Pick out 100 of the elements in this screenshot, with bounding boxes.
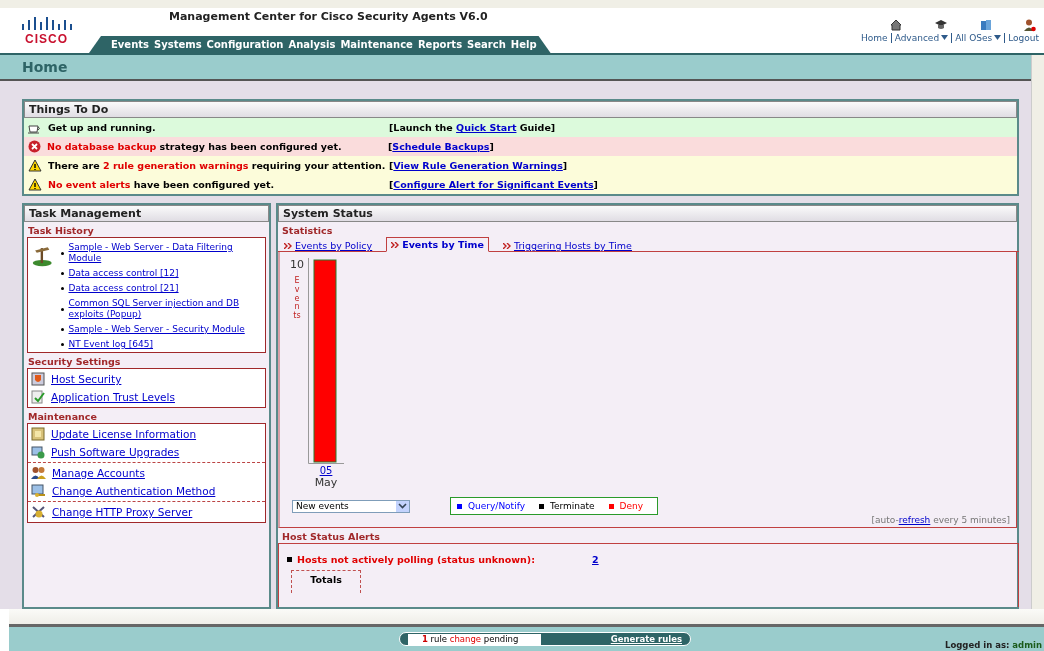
- axis-label: Events: [293, 277, 301, 321]
- bracket-text: [: [389, 179, 394, 190]
- bullet-icon: [60, 307, 64, 311]
- header-link[interactable]: Logout: [1004, 32, 1042, 43]
- events-dropdown[interactable]: New events: [292, 499, 410, 513]
- refresh-text: every 5 minutes]: [932, 515, 1010, 525]
- warning-icon: [28, 159, 42, 172]
- bullet-icon: [287, 557, 292, 562]
- document-icon: [31, 427, 45, 441]
- bracket-text: ]: [562, 160, 568, 171]
- shield-icon: [31, 372, 45, 386]
- bracket-text: ]: [593, 179, 598, 190]
- app-title: Management Center for Cisco Security Agents V6.0: [168, 9, 489, 23]
- settings-link[interactable]: Application Trust Levels: [51, 391, 175, 403]
- settings-link[interactable]: Update License Information: [51, 428, 197, 440]
- bracket-text: [: [388, 141, 393, 152]
- bracket-text: [Launch the: [389, 122, 454, 133]
- users-icon: [31, 466, 46, 480]
- graduation-cap-icon[interactable]: [934, 18, 948, 31]
- history-link[interactable]: Sample - Web Server - Security Module: [68, 324, 245, 335]
- chart-tab[interactable]: Triggering Hosts by Time: [502, 240, 646, 251]
- pending-status: 1 rule change pending: [408, 633, 541, 645]
- menu-item[interactable]: Search: [467, 39, 506, 50]
- legend-label: Terminate: [550, 501, 595, 511]
- error-icon: [28, 140, 41, 153]
- logo-text: CISCO: [25, 31, 68, 46]
- history-link[interactable]: Data access control [21]: [68, 283, 179, 294]
- action-link[interactable]: Schedule Backups: [392, 141, 490, 152]
- refresh-text: [auto-: [871, 515, 899, 525]
- dropdown-arrow-icon: [941, 35, 949, 40]
- network-icon: [31, 505, 46, 519]
- section-title: Maintenance: [27, 410, 98, 423]
- date-link[interactable]: 05: [319, 465, 333, 476]
- bullet-icon: [60, 343, 64, 346]
- refresh-link[interactable]: refresh: [898, 515, 931, 525]
- panel-title: System Status: [278, 205, 1017, 222]
- panel-title: Task Management: [24, 205, 269, 222]
- dropdown-arrow-icon: [994, 35, 1002, 40]
- alert-label: Hosts not actively polling (status unknown):: [297, 554, 536, 565]
- bracket-text: ]: [489, 141, 494, 152]
- todo-message: No event alerts have been configured yet.: [48, 179, 276, 190]
- settings-link[interactable]: Host Security: [51, 373, 122, 385]
- menu-item[interactable]: Help: [510, 39, 537, 50]
- todo-message: Get up and running.: [48, 122, 157, 133]
- chevron-down-icon: [398, 503, 407, 509]
- header-link[interactable]: Advanced: [890, 32, 952, 43]
- double-chevron-icon: [502, 242, 511, 249]
- bullet-icon: [60, 328, 64, 331]
- header-link[interactable]: Home: [858, 32, 891, 43]
- todo-message: There are 2 rule generation warnings requiring your attention.: [48, 160, 383, 171]
- totals-title: Totals: [310, 574, 342, 585]
- header-link[interactable]: All OSes: [951, 32, 1005, 43]
- double-chevron-icon: [391, 241, 400, 248]
- bullet-icon: [60, 251, 64, 255]
- settings-link[interactable]: Change Authentication Method: [52, 485, 216, 497]
- menu-item[interactable]: Systems: [154, 39, 202, 50]
- history-link[interactable]: NT Event log [645]: [68, 339, 153, 350]
- bracket-text: [: [389, 160, 394, 171]
- settings-link[interactable]: Change HTTP Proxy Server: [52, 506, 193, 518]
- alert-count-link[interactable]: 2: [592, 554, 599, 565]
- page-title: Home: [22, 59, 68, 75]
- menu-item[interactable]: Reports: [417, 39, 463, 50]
- history-link[interactable]: Data access control [12]: [68, 268, 179, 279]
- menu-item[interactable]: Events: [111, 39, 149, 50]
- user-icon[interactable]: [1024, 18, 1036, 32]
- section-title: Security Settings: [27, 355, 122, 368]
- bracket-text: Guide]: [518, 122, 556, 133]
- section-title: Host Status Alerts: [281, 530, 381, 543]
- section-title: Task History: [27, 224, 95, 237]
- action-link[interactable]: View Rule Generation Warnings: [393, 160, 563, 171]
- settings-link[interactable]: Manage Accounts: [52, 467, 145, 479]
- bullet-icon: [60, 287, 64, 290]
- section-title: Statistics: [281, 224, 334, 237]
- horizontal-scrollbar[interactable]: [9, 609, 1044, 627]
- menu-item[interactable]: Analysis: [288, 39, 336, 50]
- chart-tab[interactable]: Events by Time: [386, 237, 489, 252]
- settings-link[interactable]: Push Software Upgrades: [51, 446, 180, 458]
- todo-message: No database backup strategy has been configured yet.: [47, 141, 343, 152]
- servers-icon[interactable]: [980, 18, 992, 31]
- history-link[interactable]: Sample - Web Server - Data Filtering Module: [68, 242, 261, 264]
- warning-icon: [28, 178, 42, 191]
- double-chevron-icon: [284, 242, 292, 249]
- generate-rules-link[interactable]: Generate rules: [610, 634, 682, 644]
- monitor-icon: [31, 445, 45, 459]
- logo-bars-icon: [20, 15, 73, 30]
- monitor-key-icon: [31, 484, 46, 498]
- legend-label: Deny: [619, 501, 644, 511]
- menu-item[interactable]: Maintenance: [340, 39, 413, 50]
- house-icon[interactable]: [890, 18, 902, 31]
- username: admin: [1012, 640, 1042, 650]
- history-link[interactable]: Common SQL Server injection and DB exploits (Popup): [68, 298, 261, 320]
- action-link[interactable]: Configure Alert for Significant Events: [393, 179, 594, 190]
- bullet-icon: [60, 272, 64, 275]
- vertical-scrollbar[interactable]: [1031, 55, 1044, 609]
- chart-tab[interactable]: Events by Policy: [284, 240, 387, 251]
- menu-item[interactable]: Configuration: [206, 39, 284, 50]
- panel-title: Things To Do: [24, 101, 1017, 118]
- action-link[interactable]: Quick Start: [456, 122, 517, 133]
- axis-value: 10: [290, 258, 304, 271]
- checkmark-icon: [31, 390, 45, 404]
